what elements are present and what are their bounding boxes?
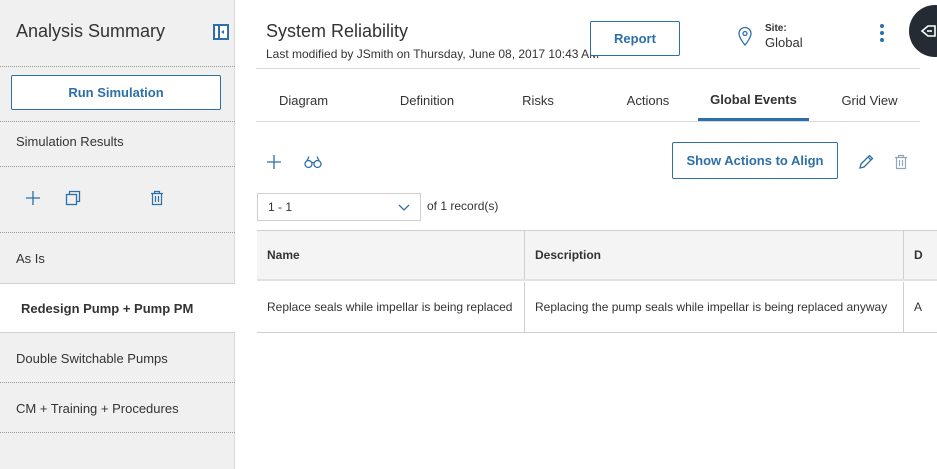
scenario-item[interactable]: CM + Training + Procedures [0, 383, 235, 433]
record-count-number: 1 [440, 199, 448, 213]
cell-name: Replace seals while impellar is being re… [267, 300, 513, 314]
scenario-toolbar [0, 188, 235, 210]
pencil-icon[interactable] [856, 152, 876, 172]
tab-definition[interactable]: Definition [371, 80, 483, 121]
show-actions-to-align-button[interactable]: Show Actions to Align [672, 142, 838, 179]
run-simulation-button[interactable]: Run Simulation [11, 75, 221, 110]
record-count-of: of [427, 199, 438, 213]
binoculars-icon[interactable] [302, 152, 324, 172]
add-icon[interactable] [264, 152, 284, 172]
site-label: Site: [765, 23, 787, 34]
sidebar-title: Analysis Summary [16, 21, 166, 41]
site-value[interactable]: Global [765, 35, 803, 50]
trash-icon[interactable] [891, 152, 911, 172]
scenario-item[interactable]: Double Switchable Pumps [0, 333, 235, 383]
tab-grid-view[interactable]: Grid View [819, 80, 920, 121]
column-header-extra[interactable]: D [903, 231, 937, 279]
simulation-results-label: Simulation Results [16, 134, 124, 149]
sidebar: Analysis Summary Run Simulation Simulati… [0, 0, 235, 469]
main-panel: System Reliability Last modified by JSmi… [236, 0, 937, 469]
tab-actions[interactable]: Actions [598, 80, 698, 121]
record-count: of 1 record(s) [427, 199, 498, 213]
cell-extra: A [903, 282, 937, 332]
copy-icon[interactable] [63, 188, 83, 208]
page-title: System Reliability [266, 21, 409, 41]
cell-description: Replacing the pump seals while impellar … [524, 282, 903, 332]
table-row[interactable]: Replace seals while impellar is being re… [257, 282, 937, 333]
scenario-item-active[interactable]: Redesign Pump + Pump PM [0, 283, 235, 333]
tab-bar: Diagram Definition Risks Actions Global … [256, 80, 920, 122]
scenario-item[interactable]: As Is [0, 233, 235, 283]
column-header-name[interactable]: Name [257, 231, 524, 279]
tab-diagram[interactable]: Diagram [256, 80, 351, 121]
divider [0, 432, 235, 433]
last-modified-text: Last modified by JSmith on Thursday, Jun… [266, 47, 600, 61]
record-count-unit: record(s) [450, 199, 499, 213]
location-pin-icon [736, 26, 754, 46]
more-options-icon[interactable] [876, 24, 888, 42]
table-header: Name Description D [257, 231, 937, 281]
tab-global-events[interactable]: Global Events [698, 80, 809, 121]
trash-icon[interactable] [147, 188, 167, 208]
divider [0, 66, 235, 67]
page-range-value: 1 - 1 [268, 200, 293, 214]
chevron-down-icon [398, 204, 410, 211]
add-icon[interactable] [23, 188, 43, 208]
page-range-select[interactable]: 1 - 1 [257, 193, 421, 221]
header-divider [256, 68, 920, 69]
expand-panel-button[interactable] [909, 5, 937, 57]
events-table: Name Description D Replace seals while i… [257, 230, 937, 333]
column-header-description[interactable]: Description [524, 231, 903, 279]
panel-arrow-icon [920, 25, 936, 37]
divider [0, 166, 235, 167]
report-button[interactable]: Report [590, 21, 680, 56]
tab-risks[interactable]: Risks [488, 80, 588, 121]
collapse-sidebar-icon[interactable] [213, 24, 229, 40]
divider [0, 121, 235, 122]
